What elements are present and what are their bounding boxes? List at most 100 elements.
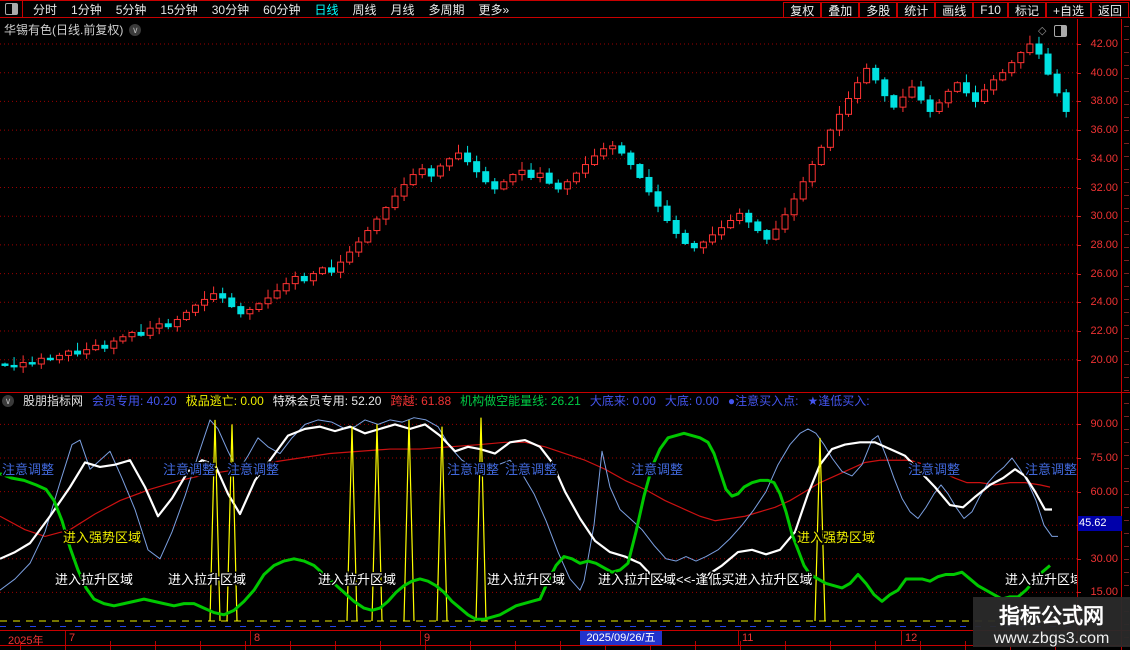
minor-date-tick (110, 641, 111, 645)
chevron-down-icon[interactable]: ∨ (2, 394, 14, 407)
minor-date-tick (380, 646, 381, 650)
indicator-annotation: 注意调整 (631, 462, 683, 477)
toolbar-button[interactable]: F10 (973, 2, 1008, 18)
minor-date-tick (110, 646, 111, 650)
period-item[interactable]: 多周期 (429, 1, 465, 18)
scroll-strip-tick (1124, 182, 1129, 183)
period-item[interactable]: 30分钟 (212, 1, 249, 18)
month-label: 7 (69, 632, 76, 644)
scroll-strip-tick (1124, 559, 1129, 560)
scroll-strip-tick (1124, 403, 1129, 404)
indicator-chart[interactable]: 注意调整 注意调整 注意调整 注意调整 注意调整 注意调整 注意调整 注意调整进入强势区域 进入… (0, 408, 1077, 630)
minor-date-tick (605, 646, 606, 650)
period-item[interactable]: 更多» (479, 1, 510, 18)
scroll-strip-tick (1124, 65, 1129, 66)
indicator-axis-label: 75.00 (1090, 452, 1118, 464)
watermark: 指标公式网 www.zbgs3.com (973, 597, 1130, 647)
period-item[interactable]: 15分钟 (160, 1, 197, 18)
scroll-strip-tick (1124, 273, 1129, 274)
minor-date-tick (155, 641, 156, 645)
axis-tick (1077, 244, 1081, 246)
scroll-strip-tick (1124, 585, 1129, 586)
layout-toggle-button[interactable] (0, 1, 23, 17)
minor-date-tick (335, 646, 336, 650)
minor-date-tick (200, 641, 201, 645)
scroll-strip-tick (1124, 390, 1129, 391)
scroll-strip-tick (1124, 481, 1129, 482)
candlestick-chart[interactable] (0, 19, 1077, 392)
scroll-strip-tick (1124, 416, 1129, 417)
indicator-annotation: 进入拉升区域<<-逢低买进入拉升区域 (598, 572, 813, 587)
top-toolbar: 分时 1分钟 5分钟 15分钟 30分钟 60分钟 日线 周线 月线 多周期 更多» 复权 叠加 多股统… (0, 0, 1130, 18)
candles (1, 35, 1070, 373)
price-axis-label: 40.00 (1090, 66, 1118, 79)
scroll-strip-tick (1124, 572, 1129, 573)
price-axis-label: 22.00 (1090, 325, 1118, 337)
toolbar-button[interactable]: 返回 (1090, 2, 1129, 18)
period-item[interactable]: 5分钟 (116, 1, 147, 18)
price-axis-label: 26.00 (1090, 267, 1118, 280)
scroll-strip-tick (1124, 208, 1129, 209)
axis-tick (1077, 558, 1081, 560)
minor-date-tick (920, 646, 921, 650)
minor-date-tick (830, 641, 831, 645)
minor-date-tick (425, 641, 426, 645)
signal-spike (371, 424, 383, 622)
indicator-annotation: 进入拉升区域 (168, 572, 246, 587)
toolbar-button[interactable]: 多股 (859, 2, 898, 18)
scroll-strip-tick (1124, 533, 1129, 534)
toolbar-button[interactable]: 画线 (935, 2, 974, 18)
scroll-strip-tick (1124, 351, 1129, 352)
month-label: 8 (254, 632, 261, 644)
month-label: 12 (905, 632, 918, 644)
axis-tick (1077, 302, 1081, 304)
period-item[interactable]: 周线 (352, 1, 376, 18)
indicator-annotation: 进入拉升区域 (318, 572, 396, 587)
scroll-strip-tick (1124, 338, 1129, 339)
period-menu: 分时 1分钟 5分钟 15分钟 30分钟 60分钟 日线 周线 月线 多周期 更多» (33, 1, 509, 18)
minor-date-tick (380, 641, 381, 645)
period-item[interactable]: 月线 (391, 1, 415, 18)
indicator-line-red (0, 441, 1051, 538)
month-label: 11 (742, 632, 754, 644)
period-item[interactable]: 分时 (33, 1, 57, 18)
axis-tick (1077, 273, 1081, 275)
price-axis-label: 20.00 (1090, 353, 1118, 366)
minor-date-tick (560, 646, 561, 650)
indicator-annotation: 进入强势区域 (797, 530, 875, 545)
indicator-field: ●注意买入点: (727, 394, 799, 408)
indicator-annotation: 进入拉升区域 (1005, 572, 1077, 587)
period-item[interactable]: 60分钟 (263, 1, 300, 18)
indicator-annotation: 注意调整 (1025, 462, 1077, 477)
minor-date-tick (740, 641, 741, 645)
toolbar-button[interactable]: 复权 (783, 2, 822, 18)
toolbar-button[interactable]: 叠加 (821, 2, 860, 18)
price-axis-label: 34.00 (1090, 152, 1118, 165)
scroll-strip-tick (1124, 260, 1129, 261)
signal-spike (209, 419, 221, 622)
selected-date-badge: 2025/09/26/五 (580, 631, 662, 645)
minor-date-tick (245, 641, 246, 645)
toolbar-button[interactable]: +自选 (1045, 2, 1091, 18)
signal-spike (346, 426, 358, 622)
scroll-strip-tick (1124, 312, 1129, 313)
axis-tick (1077, 592, 1081, 594)
scroll-strip-tick (1124, 364, 1129, 365)
app-window: 分时 1分钟 5分钟 15分钟 30分钟 60分钟 日线 周线 月线 多周期 更多» 复权 叠加 多股统… (0, 0, 1130, 650)
axis-tick (1077, 331, 1081, 332)
toolbar-button[interactable]: 标记 (1007, 2, 1046, 18)
month-tick (901, 631, 902, 645)
month-tick (250, 631, 251, 645)
indicator-field: 跨越: 61.88 (390, 394, 452, 408)
minor-date-tick (155, 646, 156, 650)
indicator-field: 极品逃亡: 0.00 (185, 394, 264, 408)
period-item[interactable]: 日线 (314, 1, 338, 18)
scroll-strip-tick (1124, 26, 1129, 27)
minor-date-tick (830, 646, 831, 650)
minor-date-tick (245, 646, 246, 650)
price-axis-label: 24.00 (1090, 296, 1118, 309)
indicator-annotation: 进入拉升区域 (55, 572, 133, 587)
toolbar-button[interactable]: 统计 (897, 2, 936, 18)
minor-date-tick (785, 641, 786, 645)
period-item[interactable]: 1分钟 (71, 1, 102, 18)
